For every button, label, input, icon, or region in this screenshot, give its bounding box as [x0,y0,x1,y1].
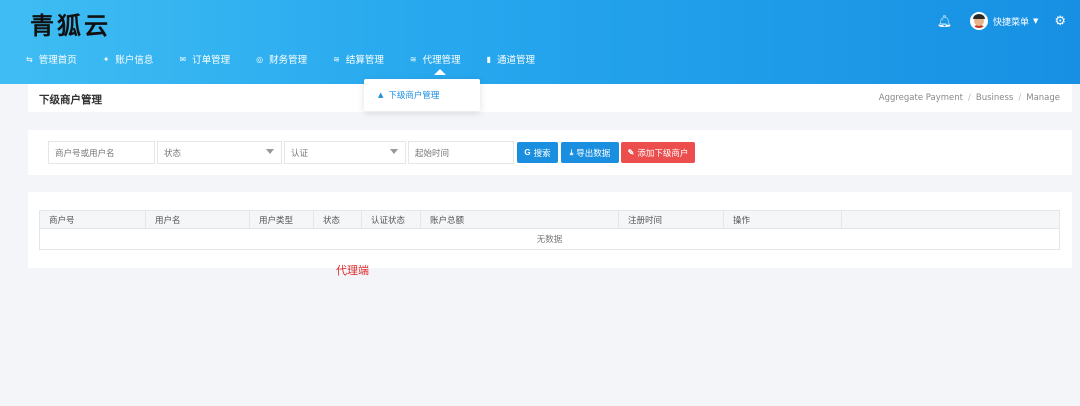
nav-item-agent[interactable]: ≋ 代理管理 [409,52,461,75]
table-header: 商户号 用户名 用户类型 状态 认证状态 账户总额 注册时间 操作 [40,211,1059,229]
breadcrumb-item: Manage [1026,93,1060,103]
column-header[interactable]: 用户名 [146,211,250,228]
download-icon: ⤓ [569,147,574,157]
nav-item-label: 账户信息 [115,55,154,66]
main-nav: ⇆ 管理首页 ✦ 账户信息 ✉ 订单管理 ◎ 财务管理 ≋ 结算管理 ≋ 代理管… [26,52,561,75]
search-icon: G [524,148,531,157]
column-header[interactable]: 注册时间 [619,211,724,228]
agent-submenu: ▲ 下级商户管理 [364,79,480,111]
add-button-label: 添加下级商户 [637,147,689,158]
annotation-label: 代理端 [336,264,369,277]
caret-down-icon [266,149,274,154]
document-icon: ▮ [486,54,491,64]
layers-icon: ≋ [409,54,417,64]
add-sub-merchant-button[interactable]: ✎ 添加下级商户 [621,142,695,163]
nav-item-label: 结算管理 [345,55,384,66]
finance-icon: ◎ [256,54,264,64]
chevron-down-icon[interactable]: ▼ [1033,17,1038,25]
column-header[interactable]: 商户号 [40,211,146,228]
column-header [842,211,1059,228]
status-placeholder: 状态 [164,148,182,159]
auth-placeholder: 认证 [291,148,309,159]
filter-panel: 商户号或用户名 状态 认证 起始时间 G 搜索 ⤓ 导出数据 ✎ 添加下级商户 [28,130,1072,175]
layers-icon: ≋ [333,54,340,64]
nav-item-orders[interactable]: ✉ 订单管理 [179,52,231,67]
export-button[interactable]: ⤓ 导出数据 [561,142,619,163]
export-button-label: 导出数据 [576,147,611,158]
column-header[interactable]: 状态 [314,211,362,228]
avatar[interactable] [969,12,988,30]
keyword-placeholder: 商户号或用户名 [55,148,115,159]
nav-item-label: 财务管理 [269,55,308,66]
top-header: 青狐云 ⇆ 管理首页 ✦ 账户信息 ✉ 订单管理 ◎ 财务管理 ≋ 结算管理 ≋… [0,0,1080,84]
column-header: 操作 [724,211,842,228]
nav-item-label: 订单管理 [192,55,231,66]
nav-item-account[interactable]: ✦ 账户信息 [102,52,154,67]
column-header[interactable]: 认证状态 [362,211,421,228]
start-time-placeholder: 起始时间 [415,148,450,159]
breadcrumb-item[interactable]: Business [976,93,1013,103]
auth-select[interactable]: 认证 [284,141,406,164]
breadcrumb-item[interactable]: Aggregate Payment [879,93,963,103]
gear-icon[interactable]: ⚙ [1054,14,1066,29]
bell-icon: ▲ [378,91,384,99]
nav-item-home[interactable]: ⇆ 管理首页 [26,52,77,67]
home-icon: ⇆ [26,54,33,64]
nav-item-channel[interactable]: ▮ 通道管理 [486,52,536,67]
account-icon: ✦ [102,54,110,64]
header-actions: 🔔︎ 快捷菜单 ▼ ⚙ [937,12,1066,30]
empty-state: 无数据 [536,235,563,245]
start-time-input[interactable]: 起始时间 [408,141,514,164]
nav-item-settlement[interactable]: ≋ 结算管理 [333,52,384,67]
breadcrumb: Aggregate Payment / Business / Manage [878,93,1060,103]
nav-item-finance[interactable]: ◎ 财务管理 [256,52,308,67]
caret-down-icon [390,149,398,154]
submenu-item-sub-merchant[interactable]: 下级商户管理 [388,89,439,101]
page-title-bar: 下级商户管理 Aggregate Payment / Business / Ma… [28,84,1072,112]
app-logo: 青狐云 [30,11,111,40]
search-button-label: 搜索 [533,147,551,158]
mail-icon: ✉ [179,54,187,64]
column-header[interactable]: 用户类型 [250,211,314,228]
table-panel: 商户号 用户名 用户类型 状态 认证状态 账户总额 注册时间 操作 无数据 [28,192,1072,268]
keyword-input[interactable]: 商户号或用户名 [48,141,155,164]
nav-item-label: 管理首页 [38,55,77,66]
column-header[interactable]: 账户总额 [421,211,619,228]
nav-item-label: 代理管理 [422,55,461,66]
wrench-icon: ✎ [627,148,635,157]
merchant-table: 商户号 用户名 用户类型 状态 认证状态 账户总额 注册时间 操作 无数据 [39,210,1060,250]
status-select[interactable]: 状态 [157,141,282,164]
page-title: 下级商户管理 [39,94,102,106]
nav-item-label: 通道管理 [497,55,536,66]
quick-menu-label[interactable]: 快捷菜单 [993,15,1029,28]
search-button[interactable]: G 搜索 [517,142,558,163]
bell-icon[interactable]: 🔔︎ [937,14,952,28]
